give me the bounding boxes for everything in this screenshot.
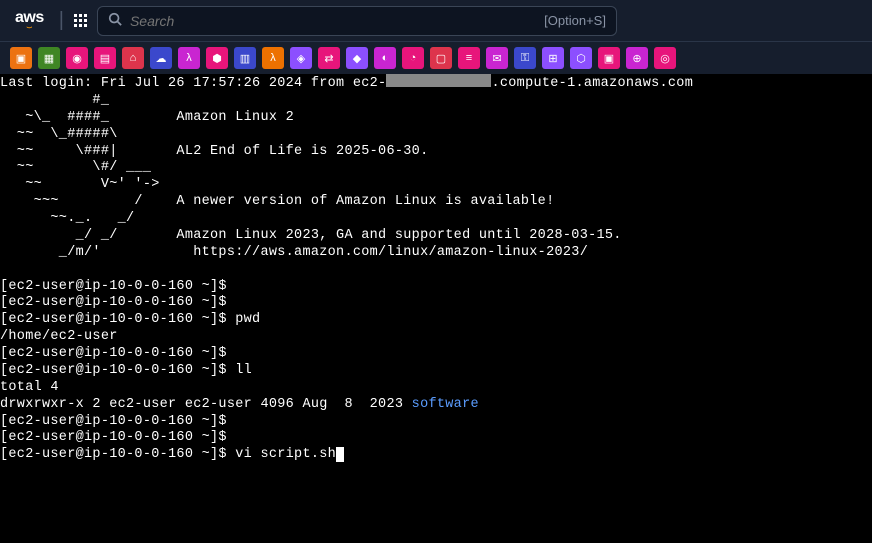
service-icon-glue[interactable]: ◆ [346, 47, 368, 69]
services-grid-icon[interactable] [74, 14, 87, 27]
service-icon-sns[interactable]: ✉ [486, 47, 508, 69]
service-icon-ecr[interactable]: ▢ [430, 47, 452, 69]
terminal-last-login: Last login: Fri Jul 26 17:57:26 2024 fro… [0, 76, 872, 93]
service-favorites-bar: ▣ ▦ ◉ ▤ ⌂ ☁ λ ⬢ ▥ λ ◈ ⇄ ◆ ◐ ◔ ▢ ≡ ✉ ⚿ ⊞ ⬡ ▣ ⊕ ◎ [0, 42, 872, 74]
service-icon-cognito[interactable]: ◔ [402, 47, 424, 69]
terminal-prompt-line: [ec2-user@ip-10-0-0-160 ~]$ ll [0, 363, 872, 380]
service-icon-ec2[interactable]: ▣ [10, 47, 32, 69]
terminal-directory: software [412, 397, 479, 412]
service-icon-dynamo[interactable]: ⬢ [206, 47, 228, 69]
search-icon [108, 12, 122, 29]
terminal-prompt-line: [ec2-user@ip-10-0-0-160 ~]$ [0, 430, 872, 447]
service-icon-lambda[interactable]: λ [178, 47, 200, 69]
service-icon-cloud9[interactable]: ☁ [150, 47, 172, 69]
search-box[interactable]: [Option+S] [97, 6, 617, 36]
service-icon-amplify[interactable]: ◈ [290, 47, 312, 69]
terminal-motd-line: #_ [0, 93, 872, 110]
terminal-prompt-line: [ec2-user@ip-10-0-0-160 ~]$ [0, 414, 872, 431]
terminal-motd-line: ~~ \_#####\ [0, 127, 872, 144]
terminal-output-line: total 4 [0, 380, 872, 397]
service-icon-kms[interactable]: ⚿ [514, 47, 536, 69]
search-shortcut-label: [Option+S] [544, 13, 606, 28]
terminal-prompt-line: [ec2-user@ip-10-0-0-160 ~]$ vi script.sh [0, 447, 872, 464]
terminal-motd-line: ~\_ ####_ Amazon Linux 2 [0, 110, 872, 127]
service-icon-eventbridge[interactable]: ◐ [374, 47, 396, 69]
terminal-motd-line: _/ _/ Amazon Linux 2023, GA and supporte… [0, 228, 872, 245]
terminal-prompt-line: [ec2-user@ip-10-0-0-160 ~]$ pwd [0, 312, 872, 329]
terminal-motd-line: ~~ V~' '-> [0, 177, 872, 194]
terminal-output-line: /home/ec2-user [0, 329, 872, 346]
terminal-blank [0, 262, 872, 279]
service-icon-sqs[interactable]: ≡ [458, 47, 480, 69]
terminal-motd-line: ~~ \#/ ___ [0, 160, 872, 177]
service-icon-route53[interactable]: ⊕ [626, 47, 648, 69]
service-icon-stepfn[interactable]: ⇄ [318, 47, 340, 69]
search-input[interactable] [130, 13, 536, 29]
redacted-ip [386, 74, 491, 87]
terminal-cursor [336, 447, 344, 462]
service-icon-cfn[interactable]: ▣ [598, 47, 620, 69]
service-icon-eks[interactable]: ⬡ [570, 47, 592, 69]
service-icon-cloudwatch[interactable]: ◉ [66, 47, 88, 69]
nav-separator: | [59, 9, 64, 32]
aws-logo[interactable]: aws ⌣ [10, 9, 49, 32]
service-icon-s3[interactable]: ▦ [38, 47, 60, 69]
top-nav: aws ⌣ | [Option+S] [0, 0, 872, 42]
service-icon-cloudtrail[interactable]: ▤ [94, 47, 116, 69]
service-icon-ecs[interactable]: ⊞ [542, 47, 564, 69]
terminal[interactable]: Last login: Fri Jul 26 17:57:26 2024 fro… [0, 74, 872, 466]
service-icon-lambda2[interactable]: λ [262, 47, 284, 69]
service-icon-rds[interactable]: ▥ [234, 47, 256, 69]
terminal-motd-line: ~~~ / A newer version of Amazon Linux is… [0, 194, 872, 211]
terminal-motd-line: ~~._. _/ [0, 211, 872, 228]
terminal-motd-line: ~~ \###| AL2 End of Life is 2025-06-30. [0, 144, 872, 161]
terminal-prompt-line: [ec2-user@ip-10-0-0-160 ~]$ [0, 295, 872, 312]
service-icon-vpc[interactable]: ◎ [654, 47, 676, 69]
service-icon-iam[interactable]: ⌂ [122, 47, 144, 69]
terminal-prompt-line: [ec2-user@ip-10-0-0-160 ~]$ [0, 279, 872, 296]
terminal-prompt-line: [ec2-user@ip-10-0-0-160 ~]$ [0, 346, 872, 363]
terminal-motd-line: _/m/' https://aws.amazon.com/linux/amazo… [0, 245, 872, 262]
terminal-ls-line: drwxrwxr-x 2 ec2-user ec2-user 4096 Aug … [0, 397, 872, 414]
